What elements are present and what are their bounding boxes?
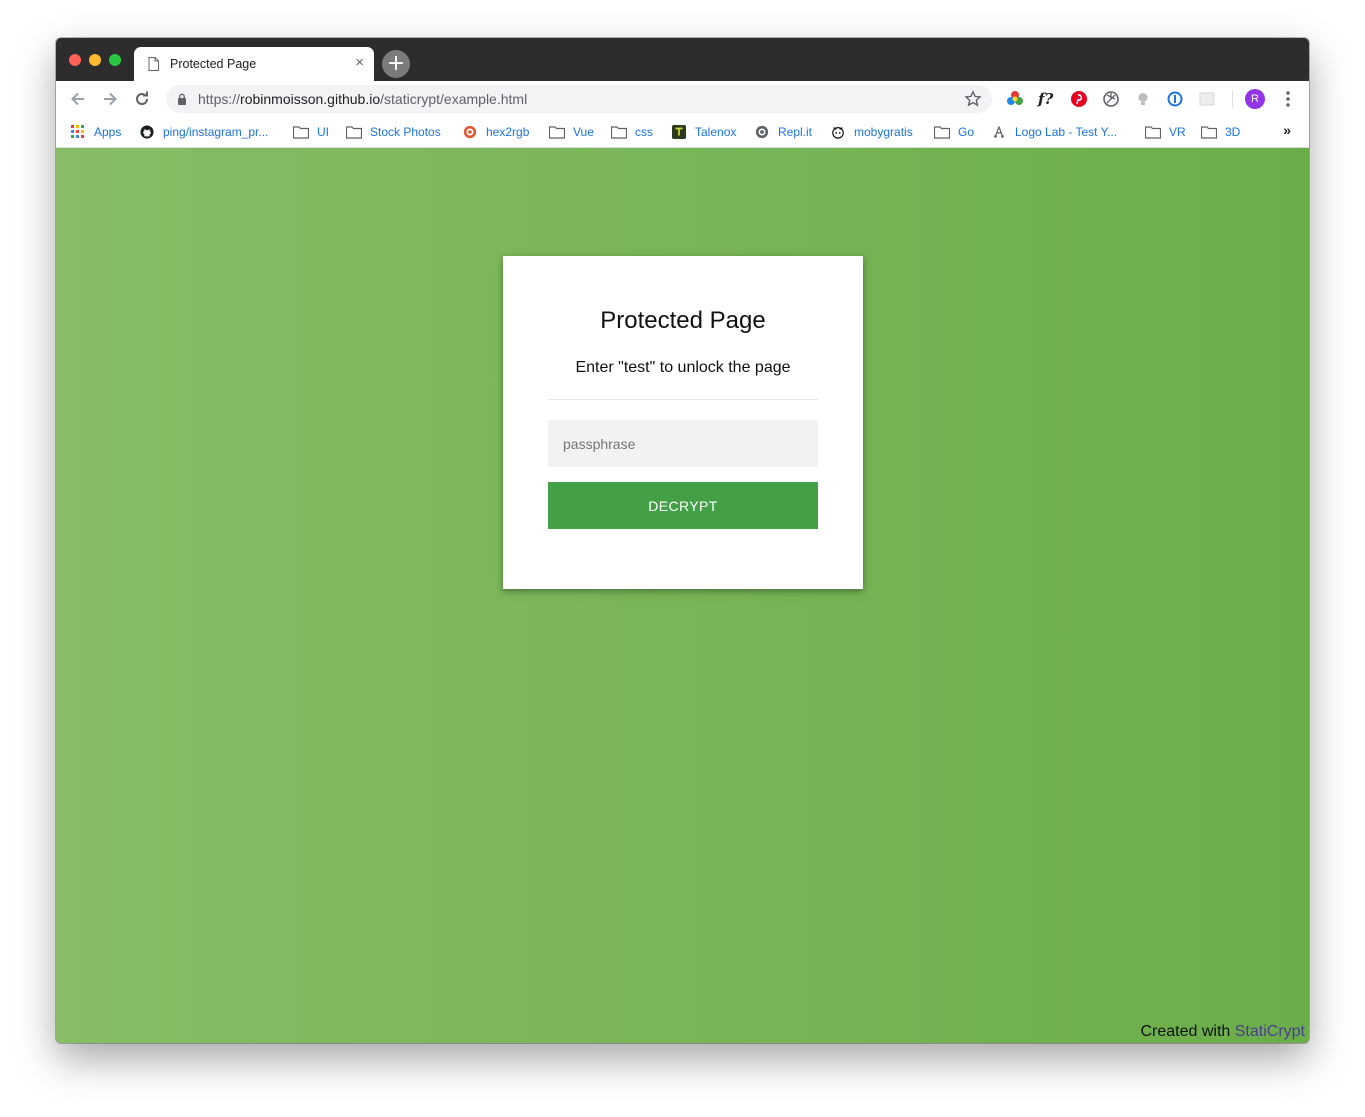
passphrase-input[interactable] <box>548 420 818 467</box>
page-icon <box>148 57 159 71</box>
url-text: https://robinmoisson.github.io/staticryp… <box>198 91 527 107</box>
browser-window: Protected Page × + https://robinmoisson.… <box>56 38 1309 1043</box>
bookmark-star-icon[interactable] <box>964 90 982 108</box>
folder-icon <box>293 126 309 139</box>
bookmark-label: Logo Lab - Test Y... <box>1015 125 1118 139</box>
folder-icon <box>346 126 362 139</box>
bookmark-label: UI <box>317 125 329 139</box>
forward-icon[interactable] <box>100 89 120 109</box>
bookmark-folder-vr[interactable]: VR <box>1145 123 1186 141</box>
url-host: robinmoisson.github.io <box>240 91 381 107</box>
page-title: Protected Page <box>600 307 766 334</box>
bookmark-label: css <box>635 125 653 139</box>
bookmark-instagram[interactable]: ping/instagram_pr... <box>139 123 268 141</box>
folder-icon <box>1145 126 1161 139</box>
lightbulb-extension-icon[interactable] <box>1134 90 1152 108</box>
bookmark-hex2rgb[interactable]: hex2rgb <box>462 123 529 141</box>
bookmark-logo-lab[interactable]: Logo Lab - Test Y... <box>991 123 1117 141</box>
bookmark-folder-vue[interactable]: Vue <box>549 123 594 141</box>
tab-protected-page[interactable]: Protected Page × <box>134 47 374 81</box>
placeholder-extension-icon[interactable] <box>1198 90 1216 108</box>
reload-icon[interactable] <box>132 89 152 109</box>
bookmark-label: mobygratis <box>854 125 913 139</box>
lock-icon <box>178 93 186 105</box>
talenox-icon <box>672 125 686 139</box>
decrypt-button[interactable]: DECRYPT <box>548 482 818 529</box>
close-window-button[interactable] <box>69 54 81 66</box>
tab-title: Protected Page <box>170 57 257 71</box>
footer-prefix: Created with <box>1140 1023 1235 1040</box>
toolbar: https://robinmoisson.github.io/staticryp… <box>56 81 1309 117</box>
bookmark-folder-css[interactable]: css <box>611 123 653 141</box>
bookmark-label: Talenox <box>695 125 737 139</box>
bookmark-talenox[interactable]: Talenox <box>671 123 736 141</box>
url-path: /staticrypt/example.html <box>380 91 528 107</box>
folder-icon <box>934 126 950 139</box>
folder-icon <box>1201 126 1217 139</box>
pinterest-icon[interactable] <box>1070 90 1088 108</box>
bookmark-label: Vue <box>573 125 594 139</box>
folder-icon <box>611 126 627 139</box>
staticrypt-link[interactable]: StatiCrypt <box>1235 1023 1305 1040</box>
new-tab-button[interactable]: + <box>382 50 410 78</box>
address-bar[interactable]: https://robinmoisson.github.io/staticryp… <box>166 85 992 113</box>
aperture-extension-icon[interactable] <box>1102 90 1120 108</box>
toolbar-divider <box>1232 91 1233 107</box>
bookmark-apps[interactable]: Apps <box>70 123 121 141</box>
divider <box>548 399 818 400</box>
bookmark-label: VR <box>1169 125 1186 139</box>
profile-avatar[interactable]: R <box>1245 89 1265 109</box>
bookmark-label: Apps <box>94 125 122 139</box>
github-icon <box>140 125 154 139</box>
bookmark-label: hex2rgb <box>486 125 530 139</box>
bookmark-label: ping/instagram_pr... <box>163 125 269 139</box>
hex2rgb-icon <box>463 125 477 139</box>
bookmark-folder-3d[interactable]: 3D <box>1201 123 1240 141</box>
login-card: Protected Page Enter "test" to unlock th… <box>503 256 863 589</box>
bookmarks-bar: Apps ping/instagram_pr... UI Stock Photo… <box>56 117 1309 148</box>
bookmark-folder-stock-photos[interactable]: Stock Photos <box>346 123 441 141</box>
bookmark-folder-ui[interactable]: UI <box>293 123 329 141</box>
instructions-text: Enter "test" to unlock the page <box>575 359 791 376</box>
apps-grid-icon <box>71 125 84 138</box>
minimize-window-button[interactable] <box>89 54 101 66</box>
color-picker-extension-icon[interactable] <box>1006 90 1024 108</box>
bookmark-label: Repl.it <box>778 125 813 139</box>
back-icon[interactable] <box>68 89 88 109</box>
maximize-window-button[interactable] <box>109 54 121 66</box>
tab-bar: Protected Page × + <box>56 38 1309 81</box>
footer-credit: Created with StatiCrypt <box>1140 1023 1305 1041</box>
browser-menu-icon[interactable] <box>1282 89 1294 109</box>
mobygratis-icon <box>832 127 844 139</box>
onepassword-icon[interactable] <box>1166 90 1184 108</box>
logolab-icon <box>994 126 1004 138</box>
replit-icon <box>755 125 769 139</box>
bookmark-folder-go[interactable]: Go <box>934 123 974 141</box>
bookmark-label: Go <box>958 125 975 139</box>
bookmark-label: 3D <box>1225 125 1241 139</box>
folder-icon <box>549 126 565 139</box>
bookmark-label: Stock Photos <box>370 125 441 139</box>
whatfont-extension-icon[interactable]: f? <box>1038 90 1056 108</box>
page-content: Protected Page Enter "test" to unlock th… <box>56 148 1309 1043</box>
url-scheme: https:// <box>198 91 241 107</box>
tab-close-icon[interactable]: × <box>355 54 364 72</box>
bookmarks-overflow-icon[interactable]: » <box>1283 122 1291 138</box>
bookmark-replit[interactable]: Repl.it <box>754 123 812 141</box>
bookmark-mobygratis[interactable]: mobygratis <box>830 123 913 141</box>
